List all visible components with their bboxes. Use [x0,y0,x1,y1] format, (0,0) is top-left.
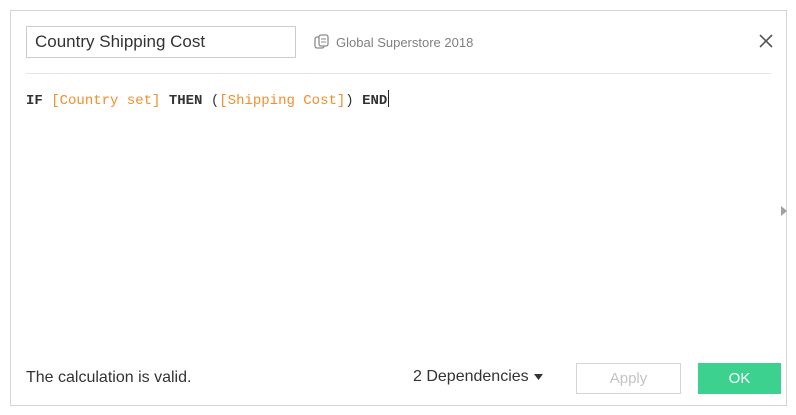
formula-keyword: IF [26,93,43,109]
formula-editor[interactable]: IF [Country set] THEN ([Shipping Cost]) … [26,90,766,340]
formula-field-reference: [Country set] [51,93,161,109]
header-divider [26,73,771,74]
formula-keyword: THEN [168,93,203,109]
formula-text [160,93,168,109]
formula-text: ) [345,93,363,109]
formula-keyword: END [362,93,388,109]
formula-field-reference: [Shipping Cost] [219,93,346,109]
ok-button[interactable]: OK [698,363,781,394]
calculation-dialog: Global Superstore 2018 IF [Country set] … [10,10,787,406]
dependencies-dropdown[interactable]: 2 Dependencies [413,368,543,386]
validation-status: The calculation is valid. [26,369,192,386]
apply-button[interactable]: Apply [576,363,681,394]
datasource-label: Global Superstore 2018 [313,31,473,53]
formula-text [43,93,51,109]
calculation-name-field[interactable] [26,26,296,58]
text-cursor [388,90,390,107]
expand-panel-arrow[interactable] [779,204,789,218]
triangle-right-icon [781,206,787,216]
caret-down-icon [533,374,543,380]
datasource-name: Global Superstore 2018 [336,34,474,50]
close-icon [759,34,773,48]
database-icon [314,34,329,49]
dependencies-label: 2 Dependencies [413,368,529,385]
close-button[interactable] [754,29,778,53]
formula-text: ( [202,93,220,109]
